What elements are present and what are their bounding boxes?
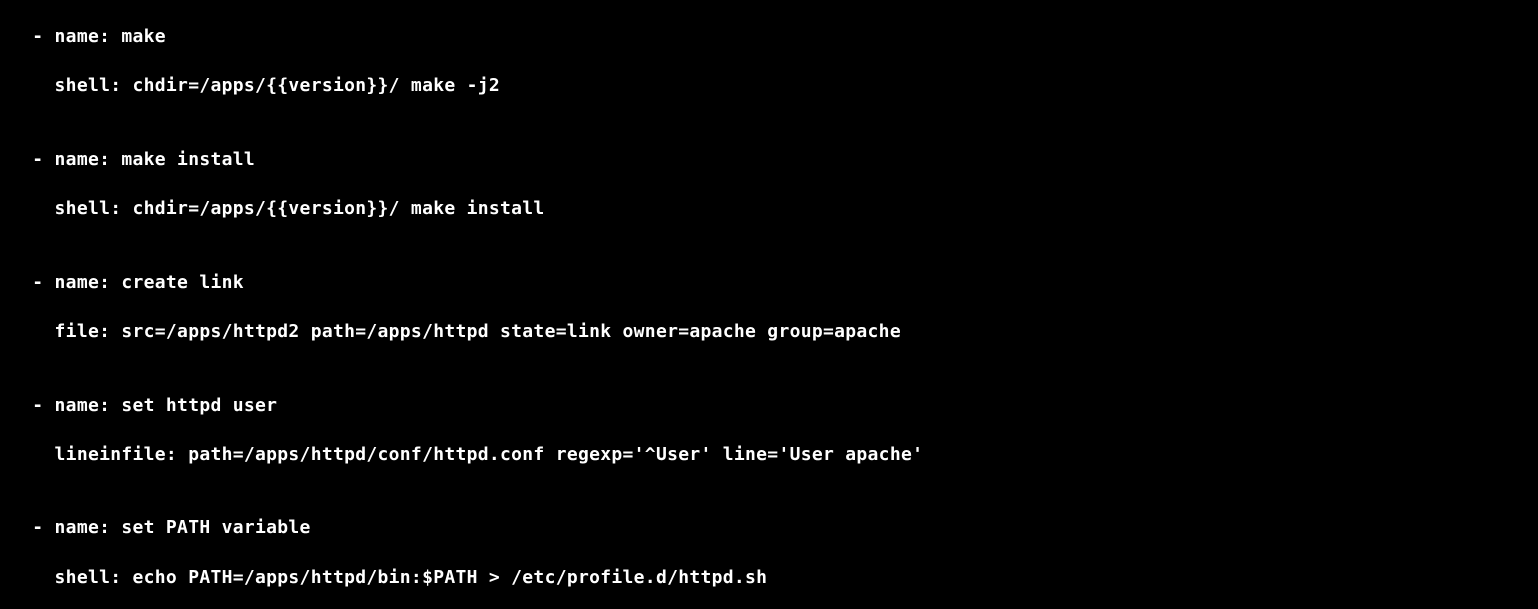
yaml-line: - name: create link	[10, 271, 1528, 296]
yaml-line: - name: set PATH variable	[10, 516, 1528, 541]
terminal-output[interactable]: - name: make shell: chdir=/apps/{{versio…	[0, 0, 1538, 609]
yaml-line: - name: set httpd user	[10, 394, 1528, 419]
yaml-line: - name: make install	[10, 148, 1528, 173]
yaml-line: shell: chdir=/apps/{{version}}/ make -j2	[10, 74, 1528, 99]
yaml-line: shell: echo PATH=/apps/httpd/bin:$PATH >…	[10, 566, 1528, 591]
yaml-line: - name: make	[10, 25, 1528, 50]
yaml-line: lineinfile: path=/apps/httpd/conf/httpd.…	[10, 443, 1528, 468]
yaml-line: shell: chdir=/apps/{{version}}/ make ins…	[10, 197, 1528, 222]
yaml-line: file: src=/apps/httpd2 path=/apps/httpd …	[10, 320, 1528, 345]
